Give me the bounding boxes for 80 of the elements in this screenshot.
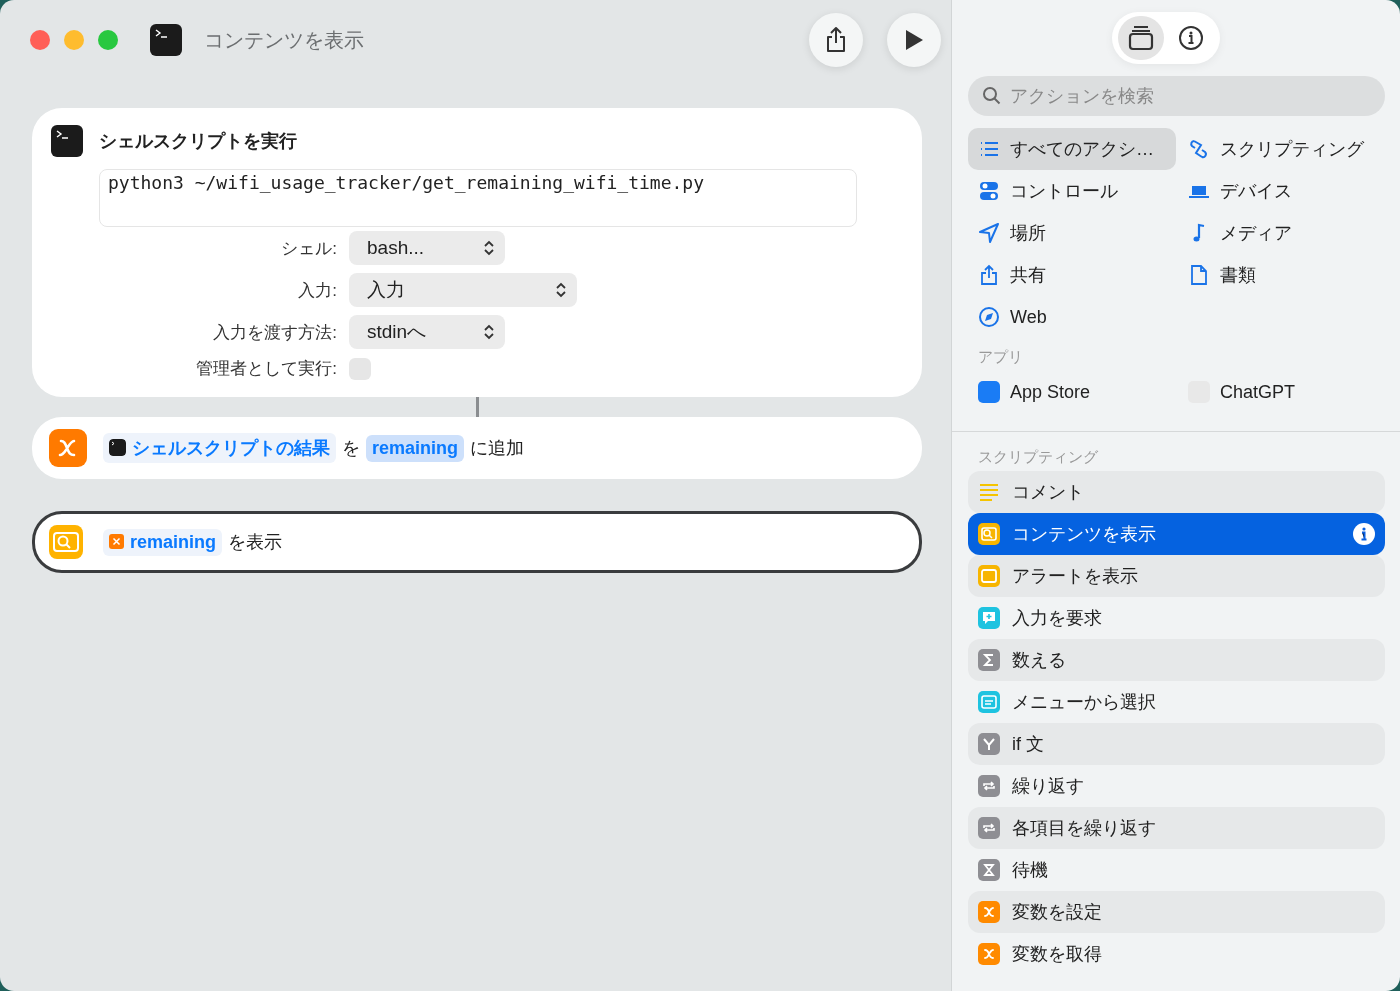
terminal-icon bbox=[150, 24, 182, 56]
app-item[interactable]: ChatGPT bbox=[1178, 371, 1385, 413]
action-item[interactable]: 変数を取得 bbox=[968, 933, 1385, 975]
field-label: 入力を渡す方法: bbox=[213, 321, 337, 344]
section-header: アプリ bbox=[977, 347, 1024, 367]
action-text: に追加 bbox=[470, 437, 525, 460]
library-button[interactable] bbox=[1117, 16, 1164, 60]
terminal-icon bbox=[51, 125, 83, 157]
category-item[interactable]: メディア bbox=[1178, 212, 1385, 254]
popup-button[interactable]: stdinへ bbox=[349, 315, 505, 349]
action-text: を表示 bbox=[228, 531, 283, 554]
category-item[interactable]: 共有 bbox=[968, 254, 1176, 296]
window-title: コンテンツを表示 bbox=[204, 27, 364, 53]
action-card[interactable]: シェルスクリプトを実行 python3 ~/wifi_usage_tracker/get_remaining_wifi_time.py シェル: bash... 入力: 入力 入力を渡す方法: stdinへ 管理者として実行: bbox=[32, 108, 922, 397]
action-item[interactable]: 繰り返す bbox=[968, 765, 1385, 807]
category-item[interactable]: デバイス bbox=[1178, 170, 1385, 212]
terminal-icon bbox=[109, 439, 126, 456]
info-icon bbox=[1176, 24, 1205, 52]
menu-icon bbox=[978, 691, 1000, 713]
action-item[interactable]: 変数を設定 bbox=[968, 891, 1385, 933]
repeat-icon bbox=[978, 775, 1000, 797]
compass-icon bbox=[978, 306, 1000, 328]
app-store-icon bbox=[978, 381, 1000, 403]
script-field[interactable]: python3 ~/wifi_usage_tracker/get_remaining_wifi_time.py bbox=[99, 169, 857, 227]
share-icon bbox=[978, 264, 1000, 286]
field-label: 入力: bbox=[298, 279, 337, 302]
action-title: シェルスクリプトを実行 bbox=[99, 130, 297, 153]
chevron-icon bbox=[555, 281, 567, 299]
action-item[interactable]: 待機 bbox=[968, 849, 1385, 891]
alert-icon bbox=[978, 565, 1000, 587]
popup-button[interactable]: bash... bbox=[349, 231, 505, 265]
search-field[interactable]: アクションを検索 bbox=[968, 76, 1385, 116]
x-icon bbox=[978, 943, 1000, 965]
category-item[interactable]: 書類 bbox=[1178, 254, 1385, 296]
action-item[interactable]: コンテンツを表示 bbox=[968, 513, 1385, 555]
share-button[interactable] bbox=[809, 13, 863, 67]
variable-icon bbox=[49, 429, 87, 467]
action-item[interactable]: メニューから選択 bbox=[968, 681, 1385, 723]
branch-icon bbox=[978, 733, 1000, 755]
repeat-icon bbox=[978, 817, 1000, 839]
action-item[interactable]: アラートを表示 bbox=[968, 555, 1385, 597]
sigma-icon bbox=[978, 649, 1000, 671]
popup-button[interactable]: 入力 bbox=[349, 273, 577, 307]
chevron-icon bbox=[483, 323, 495, 341]
hourglass-icon bbox=[978, 859, 1000, 881]
action-item[interactable]: 各項目を繰り返す bbox=[968, 807, 1385, 849]
section-header: スクリプティング bbox=[977, 447, 1099, 467]
show-result-icon bbox=[49, 525, 83, 559]
info-icon[interactable] bbox=[1353, 523, 1375, 545]
action-item[interactable]: コメント bbox=[968, 471, 1385, 513]
action-item[interactable]: 数える bbox=[968, 639, 1385, 681]
action-card[interactable]: シェルスクリプトの結果 を remaining に追加 bbox=[32, 417, 922, 479]
category-item[interactable]: すべてのアクシ… bbox=[968, 128, 1176, 170]
field-label: 管理者として実行: bbox=[196, 358, 337, 380]
variable-icon bbox=[109, 533, 124, 549]
category-item[interactable]: スクリプティング bbox=[1178, 128, 1385, 170]
action-card[interactable]: remaining を表示 bbox=[32, 511, 922, 573]
action-item[interactable]: 入力を要求 bbox=[968, 597, 1385, 639]
x-icon bbox=[978, 901, 1000, 923]
field-label: シェル: bbox=[281, 237, 337, 260]
category-item[interactable]: Web bbox=[968, 296, 1176, 338]
variable-token[interactable]: シェルスクリプトの結果 bbox=[103, 433, 336, 463]
toggle-icon bbox=[978, 180, 1000, 202]
lines-icon bbox=[978, 481, 1000, 503]
share-icon bbox=[824, 26, 848, 54]
category-item[interactable]: 場所 bbox=[968, 212, 1176, 254]
app-item[interactable]: App Store bbox=[968, 371, 1176, 413]
variable-token[interactable]: remaining bbox=[103, 528, 223, 556]
action-text: を bbox=[342, 437, 360, 460]
stack-icon bbox=[1126, 24, 1155, 52]
search-icon bbox=[978, 523, 1000, 545]
ask-icon bbox=[978, 607, 1000, 629]
category-item[interactable]: コントロール bbox=[968, 170, 1176, 212]
chevron-icon bbox=[483, 239, 495, 257]
play-icon bbox=[903, 28, 925, 52]
doc-icon bbox=[1188, 264, 1210, 286]
checkbox[interactable] bbox=[349, 357, 371, 380]
location-icon bbox=[978, 222, 1000, 244]
action-item[interactable]: if 文 bbox=[968, 723, 1385, 765]
run-button[interactable] bbox=[887, 13, 941, 67]
